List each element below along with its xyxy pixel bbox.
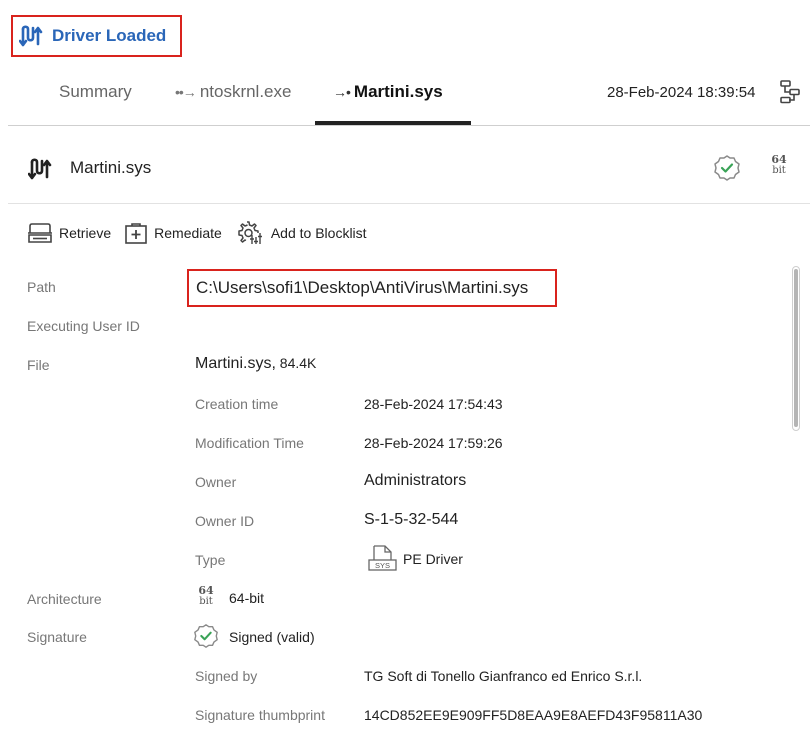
event-timestamp: 28-Feb-2024 18:39:54 [607, 84, 756, 101]
executing-user-label: Executing User ID [27, 318, 140, 334]
verified-signature-icon [712, 153, 742, 183]
owner-value: Administrators [364, 472, 467, 489]
file-info: Martini.sys, 84.4K [195, 355, 316, 373]
details-scrollbar[interactable] [792, 266, 800, 431]
tab-bar: Summary ••→ ntoskrnl.exe →• Martini.sys … [8, 70, 810, 126]
remediate-button[interactable]: Remediate [124, 221, 222, 245]
architecture-bit-badge: 64 bit [192, 585, 220, 607]
signature-value: Signed (valid) [229, 629, 315, 645]
signed-by-label: Signed by [195, 668, 258, 684]
tab-ntoskrnl[interactable]: ••→ ntoskrnl.exe [175, 82, 291, 102]
tab-martini[interactable]: →• Martini.sys [333, 82, 443, 102]
process-name: Martini.sys [70, 158, 152, 177]
sys-icon-text: SYS [375, 561, 390, 570]
architecture-label: Architecture [27, 591, 102, 607]
signature-thumbprint-label: Signature thumbprint [195, 707, 325, 723]
path-label: Path [27, 279, 56, 295]
type-value: PE Driver [403, 551, 463, 567]
tab-martini-label: Martini.sys [353, 82, 443, 101]
tab-ntoskrnl-label: ntoskrnl.exe [199, 82, 292, 101]
bitness-badge: 64 bit [764, 154, 794, 176]
creation-time-label: Creation time [195, 396, 279, 412]
action-bar: Retrieve Remediate Add to Blocklist [27, 218, 380, 248]
architecture-badge-number: 64 [198, 584, 214, 597]
bitness-number: 64 [771, 153, 787, 166]
remediate-icon [125, 223, 147, 244]
signed-by-value: TG Soft di Tonello Gianfranco ed Enrico … [364, 668, 643, 684]
bitness-unit: bit [772, 165, 786, 176]
owner-label: Owner [195, 474, 237, 490]
arrow-icon: →• [333, 84, 351, 100]
owner-id-label: Owner ID [195, 513, 255, 529]
creation-time-value: 28-Feb-2024 17:54:43 [364, 396, 503, 412]
driver-arrows-icon [19, 24, 43, 48]
file-name: Martini.sys, [195, 355, 276, 372]
retrieve-icon [28, 223, 52, 243]
arrow-icon: ••→ [175, 84, 197, 100]
scrollbar-thumb[interactable] [794, 269, 798, 427]
remediate-label: Remediate [154, 225, 222, 241]
file-label: File [27, 357, 50, 373]
event-title: Driver Loaded [11, 15, 182, 57]
driver-arrows-icon [27, 157, 52, 181]
owner-id-value: S-1-5-32-544 [364, 511, 459, 528]
signature-label: Signature [27, 629, 87, 645]
process-tree-icon[interactable] [777, 78, 803, 108]
architecture-value: 64-bit [229, 590, 265, 606]
path-value: C:\Users\sofi1\Desktop\AntiVirus\Martini… [196, 278, 529, 297]
blocklist-label: Add to Blocklist [270, 225, 367, 241]
blocklist-icon [238, 221, 262, 244]
signature-thumbprint-value: 14CD852EE9E909FF5D8EAA9E8AEFD43F95811A30 [364, 707, 703, 723]
sys-file-icon: SYS [368, 544, 398, 577]
tab-summary-label: Summary [59, 82, 132, 101]
modification-time-value: 28-Feb-2024 17:59:26 [364, 435, 503, 451]
verified-signature-icon [192, 622, 220, 655]
active-tab-indicator [315, 121, 471, 125]
process-header: Martini.sys 64 bit [8, 127, 810, 204]
modification-time-label: Modification Time [195, 435, 304, 451]
event-title-text: Driver Loaded [52, 26, 167, 45]
file-size: 84.4K [279, 355, 317, 371]
retrieve-label: Retrieve [59, 225, 112, 241]
architecture-badge-unit: bit [199, 596, 213, 607]
tab-summary[interactable]: Summary [59, 82, 132, 102]
path-highlight: C:\Users\sofi1\Desktop\AntiVirus\Martini… [187, 269, 557, 307]
add-to-blocklist-button[interactable]: Add to Blocklist [235, 219, 367, 247]
type-label: Type [195, 552, 226, 568]
retrieve-button[interactable]: Retrieve [27, 221, 111, 245]
